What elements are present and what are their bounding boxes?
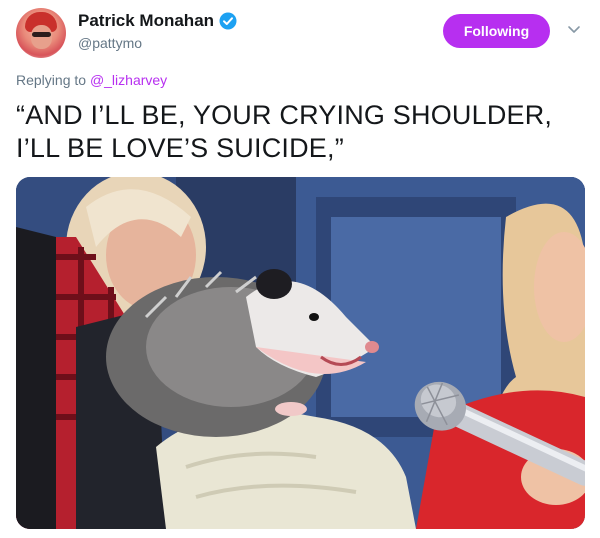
replying-to-label: Replying to — [16, 72, 87, 88]
avatar-face — [31, 25, 52, 49]
following-button[interactable]: Following — [443, 14, 550, 48]
avatar-sunglasses — [32, 32, 51, 37]
author-handle[interactable]: @pattymo — [78, 35, 237, 51]
avatar[interactable] — [16, 8, 66, 58]
tweet-text-line: “AND I’LL BE, YOUR CRYING SHOULDER, — [16, 100, 553, 130]
chevron-down-icon[interactable] — [567, 22, 581, 36]
replying-to: Replying to @_lizharvey — [16, 72, 167, 88]
reply-mention-link[interactable]: @_lizharvey — [90, 72, 167, 88]
tweet-header: Patrick Monahan @pattymo Following — [16, 8, 584, 60]
tweet-text-line: I’LL BE LOVE’S SUICIDE,” — [16, 133, 344, 163]
tweet-text: “AND I’LL BE, YOUR CRYING SHOULDER, I’LL… — [16, 99, 586, 165]
tweet-media-image[interactable] — [16, 177, 585, 529]
author-name[interactable]: Patrick Monahan — [78, 11, 214, 31]
author-block[interactable]: Patrick Monahan @pattymo — [78, 11, 237, 51]
verified-badge-icon — [219, 12, 237, 30]
media-illustration — [16, 177, 585, 529]
